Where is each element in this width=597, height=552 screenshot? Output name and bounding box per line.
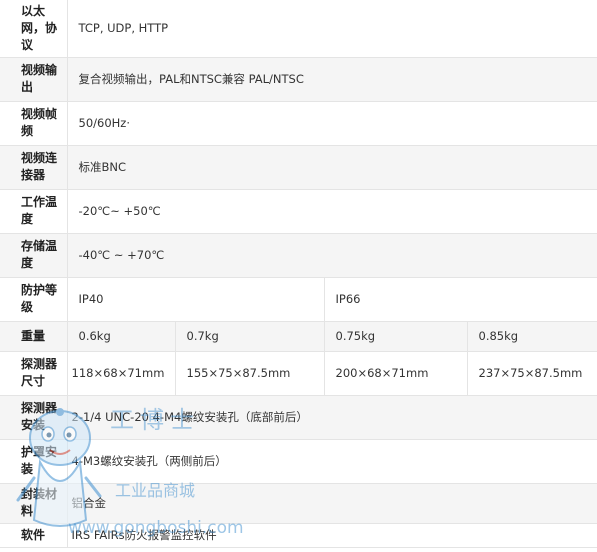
- spec-label: 软件: [0, 523, 68, 548]
- spec-row-weight: 重量 0.6kg 0.7kg 0.75kg 0.85kg: [0, 321, 597, 352]
- spec-value: 0.75kg: [324, 321, 468, 352]
- spec-value: -40℃ ~ +70℃: [67, 233, 597, 278]
- spec-label: 视频连接器: [0, 145, 68, 190]
- spec-value: 复合视频输出，PAL和NTSC兼容 PAL/NTSC: [67, 57, 597, 102]
- spec-row-operating-temp: 工作温度 -20℃~ +50℃: [0, 189, 597, 234]
- spec-row-material: 封装材料 铝合金: [0, 483, 597, 524]
- spec-row-detector-mount: 探测器安装 2-1/4 UNC-20 4-M4螺纹安装孔（底部前后）: [0, 395, 597, 440]
- spec-label: 护罩安装: [0, 439, 68, 484]
- spec-row-video-output: 视频输出 复合视频输出，PAL和NTSC兼容 PAL/NTSC: [0, 57, 597, 102]
- spec-value: 标准BNC: [67, 145, 597, 190]
- spec-value: IP66: [324, 277, 597, 322]
- spec-value: 0.7kg: [175, 321, 325, 352]
- spec-label: 探测器安装: [0, 395, 68, 440]
- spec-table: 以太网，协议 TCP, UDP, HTTP 视频输出 复合视频输出，PAL和NT…: [0, 0, 597, 548]
- spec-value: 200×68×71mm: [324, 351, 468, 396]
- spec-label: 重量: [0, 321, 68, 352]
- spec-label: 封装材料: [0, 483, 68, 524]
- spec-label: 防护等级: [0, 277, 68, 322]
- spec-row-software: 软件 IRS FAIRs防火报警监控软件: [0, 523, 597, 548]
- spec-row-ethernet: 以太网，协议 TCP, UDP, HTTP: [0, 0, 597, 58]
- spec-value: 0.6kg: [67, 321, 176, 352]
- spec-label: 视频输出: [0, 57, 68, 102]
- spec-label: 存储温度: [0, 233, 68, 278]
- spec-row-housing-mount: 护罩安装 4-M3螺纹安装孔（两侧前后）: [0, 439, 597, 484]
- spec-row-dimensions: 探测器尺寸 118×68×71mm 155×75×87.5mm 200×68×7…: [0, 351, 597, 396]
- spec-value: 铝合金: [67, 483, 597, 524]
- spec-value: 2-1/4 UNC-20 4-M4螺纹安装孔（底部前后）: [67, 395, 597, 440]
- spec-label: 工作温度: [0, 189, 68, 234]
- spec-value: 237×75×87.5mm: [467, 351, 597, 396]
- spec-row-storage-temp: 存储温度 -40℃ ~ +70℃: [0, 233, 597, 278]
- spec-value: 0.85kg: [467, 321, 597, 352]
- spec-value: 4-M3螺纹安装孔（两侧前后）: [67, 439, 597, 484]
- spec-value: IP40: [67, 277, 325, 322]
- spec-value: 118×68×71mm: [67, 351, 176, 396]
- spec-value: IRS FAIRs防火报警监控软件: [67, 523, 597, 548]
- spec-value: -20℃~ +50℃: [67, 189, 597, 234]
- spec-label: 视频帧频: [0, 101, 68, 146]
- spec-row-protection: 防护等级 IP40 IP66: [0, 277, 597, 322]
- spec-value: 50/60Hz·: [67, 101, 597, 146]
- spec-row-frame-rate: 视频帧频 50/60Hz·: [0, 101, 597, 146]
- spec-value: TCP, UDP, HTTP: [67, 0, 597, 58]
- spec-row-connector: 视频连接器 标准BNC: [0, 145, 597, 190]
- spec-value: 155×75×87.5mm: [175, 351, 325, 396]
- spec-label: 以太网，协议: [0, 0, 68, 58]
- spec-label: 探测器尺寸: [0, 351, 68, 396]
